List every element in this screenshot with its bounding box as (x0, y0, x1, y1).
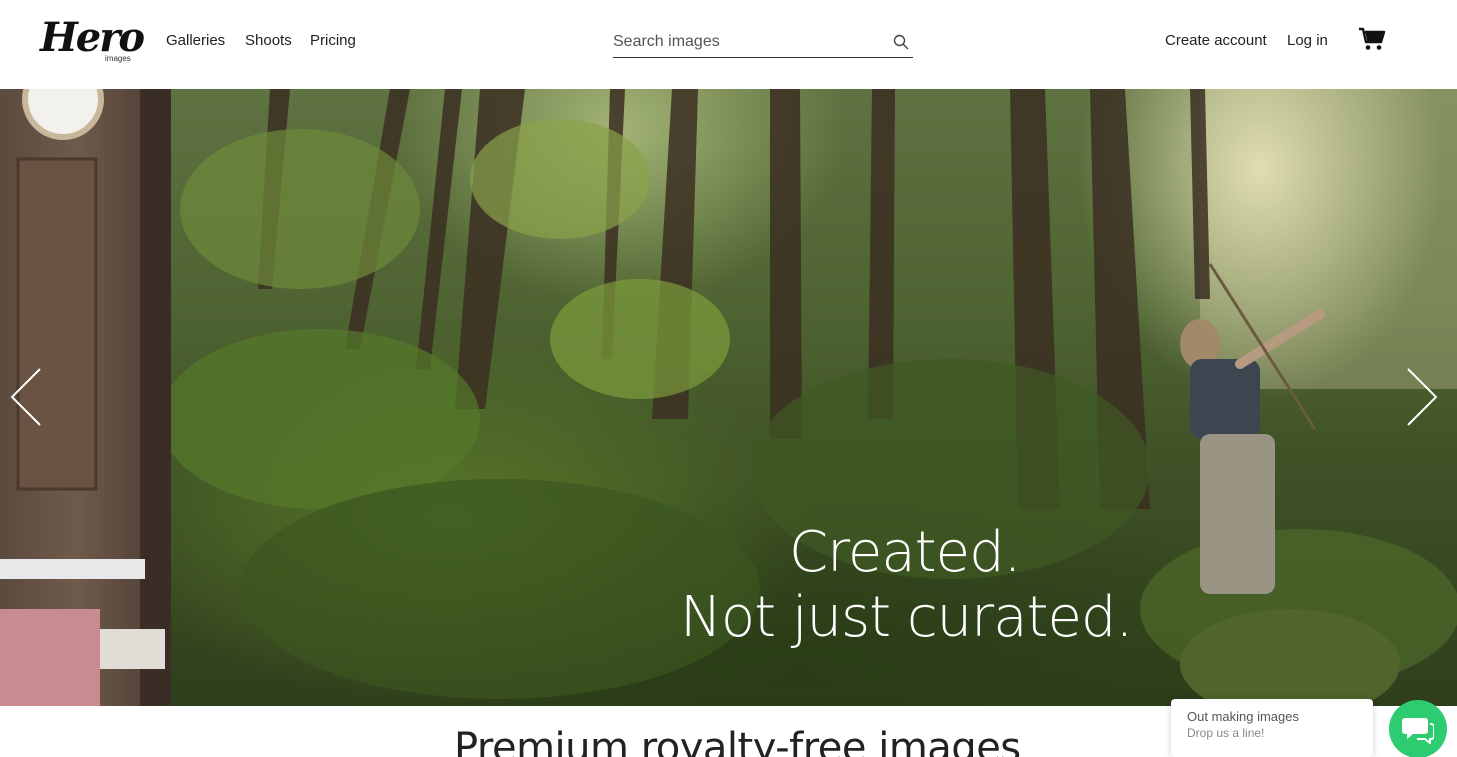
search-input[interactable] (613, 31, 883, 53)
chat-line-1: Out making images (1187, 709, 1299, 724)
hero-images-logo[interactable]: Hero images (40, 16, 150, 68)
chat-prompt[interactable]: Out making images Drop us a line! (1171, 699, 1373, 757)
login-link[interactable]: Log in (1287, 31, 1328, 51)
nav-shoots[interactable]: Shoots (245, 31, 292, 51)
search-bar (613, 28, 913, 58)
chat-line-2: Drop us a line! (1187, 726, 1265, 740)
cart-icon[interactable] (1358, 26, 1386, 52)
hero-carousel: Created. Not just curated. (0, 89, 1457, 706)
nav-pricing[interactable]: Pricing (310, 31, 356, 51)
tagline-line-1: Created. (789, 520, 1021, 585)
site-header: Hero images Galleries Shoots Pricing Cre… (0, 0, 1457, 89)
chat-button[interactable] (1389, 700, 1447, 757)
section-title: Premium royalty-free images (454, 725, 1021, 757)
nav-galleries[interactable]: Galleries (166, 31, 225, 51)
chat-icon (1402, 718, 1434, 744)
logo-sub: images (105, 54, 131, 63)
chevron-right-icon[interactable] (1404, 367, 1440, 427)
chevron-left-icon[interactable] (8, 367, 44, 427)
tagline-line-2: Not just curated. (680, 585, 1133, 650)
search-icon[interactable] (893, 34, 909, 50)
create-account-link[interactable]: Create account (1165, 31, 1267, 51)
